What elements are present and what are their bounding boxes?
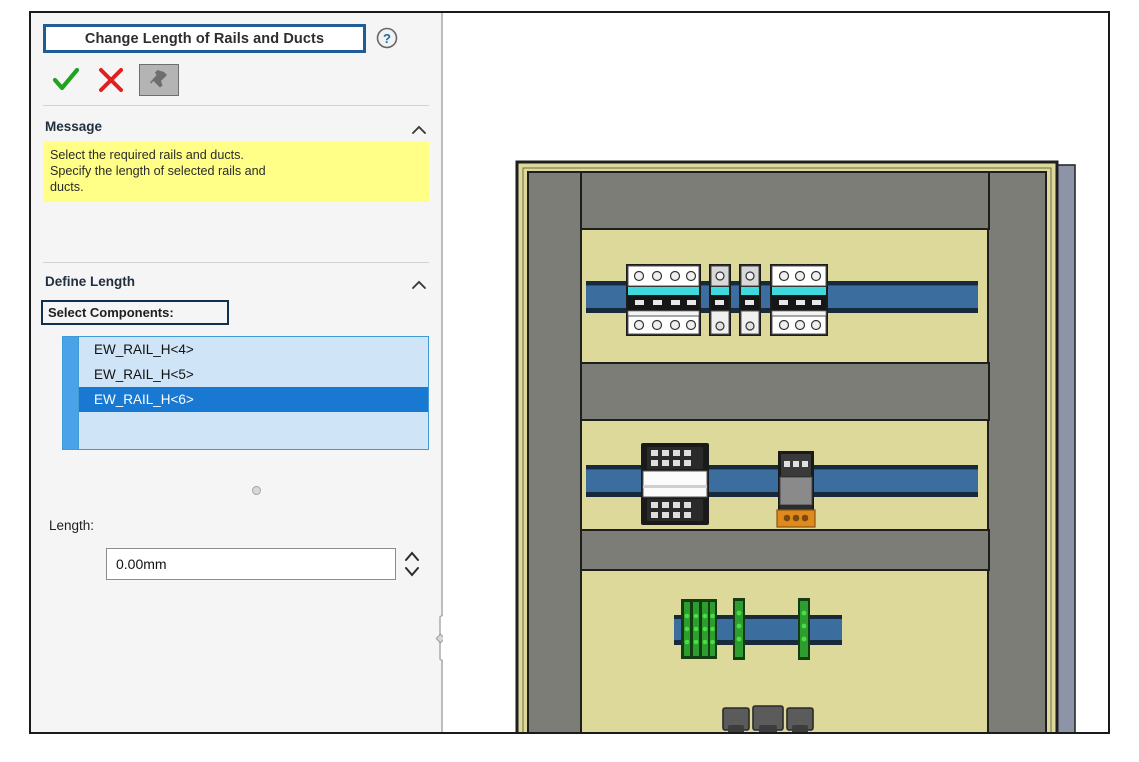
select-components-label: Select Components:	[48, 305, 174, 320]
listbox-resize-grip[interactable]	[252, 486, 261, 495]
help-question-icon[interactable]: ?	[376, 27, 398, 49]
define-length-section-label: Define Length	[45, 274, 135, 289]
message-line-1: Select the required rails and ducts.	[50, 148, 244, 162]
panel-title: Change Length of Rails and Ducts	[84, 30, 325, 47]
chevron-up-icon[interactable]	[411, 122, 427, 134]
length-input-wrapper	[106, 548, 396, 580]
panel-title-box: Change Length of Rails and Ducts	[43, 24, 366, 53]
list-item[interactable]: EW_RAIL_H<4>	[79, 337, 428, 362]
message-section-label: Message	[45, 119, 103, 134]
select-components-label-box: Select Components:	[41, 300, 229, 325]
list-item[interactable]: EW_RAIL_H<5>	[79, 362, 428, 387]
panel-title-row: Change Length of Rails and Ducts ?	[31, 13, 441, 61]
chevron-up-icon[interactable]	[411, 277, 427, 289]
property-manager-panel: Change Length of Rails and Ducts ? Messa…	[31, 13, 441, 732]
length-input[interactable]	[106, 548, 396, 580]
length-label: Length:	[49, 518, 95, 533]
message-line-3: ducts.	[50, 180, 84, 194]
application-root: Change Length of Rails and Ducts ? Messa…	[0, 0, 1139, 762]
message-line-2: Specify the length of selected rails and	[50, 164, 266, 178]
list-item[interactable]: EW_RAIL_H<6>	[79, 387, 428, 412]
length-spinner[interactable]	[403, 547, 421, 581]
define-length-section-header[interactable]: Define Length	[43, 271, 429, 295]
3d-model-viewport[interactable]	[443, 13, 1108, 732]
listbox-selection-strip	[62, 336, 79, 450]
enclosure-model	[515, 160, 1076, 732]
dialog-window: Change Length of Rails and Ducts ? Messa…	[29, 11, 1110, 734]
divider	[43, 105, 429, 106]
bottom-components	[722, 705, 814, 732]
divider	[43, 262, 429, 263]
message-section-header[interactable]: Message	[43, 116, 429, 140]
components-listbox[interactable]: EW_RAIL_H<4> EW_RAIL_H<5> EW_RAIL_H<6>	[62, 336, 429, 450]
pin-dialog-button[interactable]	[139, 64, 179, 96]
cancel-close-button[interactable]	[96, 65, 126, 95]
message-box: Select the required rails and ducts. Spe…	[43, 141, 429, 202]
ok-accept-button[interactable]	[51, 65, 81, 95]
panel-action-buttons	[31, 59, 441, 103]
svg-text:?: ?	[383, 31, 391, 46]
